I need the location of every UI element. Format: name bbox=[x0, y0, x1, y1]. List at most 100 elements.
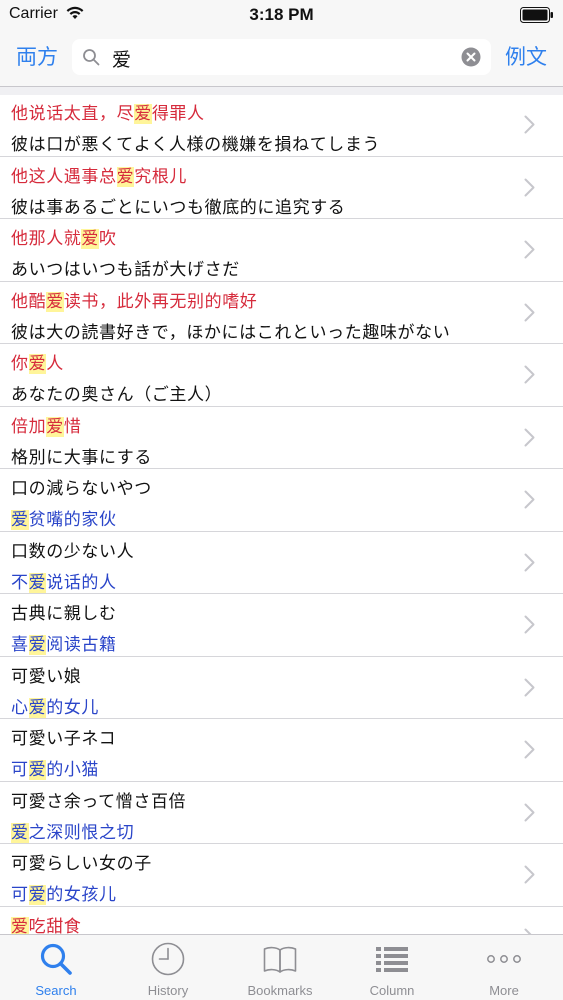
text-segment: あなたの奥さん（ご主人） bbox=[11, 385, 223, 405]
result-row[interactable]: 他酷爱读书，此外再无别的嗜好彼は大の読書好きで，ほかにはこれといった趣味がない bbox=[0, 282, 563, 344]
text-segment: 究根儿 bbox=[134, 166, 188, 187]
text-segment: 得罪人 bbox=[151, 104, 205, 124]
query-highlight: 爱 bbox=[81, 229, 100, 249]
query-highlight: 爱 bbox=[28, 697, 47, 718]
tab-bookmarks[interactable]: Bookmarks bbox=[224, 935, 336, 1000]
text-segment: 读书，此外再无别的嗜好 bbox=[63, 291, 258, 312]
tab-search[interactable]: Search bbox=[0, 935, 112, 1000]
result-row[interactable]: 他这人遇事总爱究根儿彼は事あるごとにいつも徹底的に追究する bbox=[0, 157, 563, 219]
result-row[interactable]: 你爱人あなたの奥さん（ご主人） bbox=[0, 344, 563, 407]
tab-history[interactable]: History bbox=[112, 935, 224, 1000]
query-highlight: 爱 bbox=[28, 635, 47, 655]
scope-example-button[interactable]: 例文 bbox=[505, 40, 547, 74]
chevron-right-icon bbox=[524, 678, 535, 696]
result-secondary-text: 格別に大事にする bbox=[11, 443, 152, 468]
result-row[interactable]: 可愛い子ネコ 可爱的小猫 bbox=[0, 719, 563, 782]
result-row[interactable]: 古典に親しむ喜爱阅读古籍 bbox=[0, 594, 563, 657]
result-secondary-text: 爱贫嘴的家伙 bbox=[11, 505, 117, 530]
result-secondary-text: 可爱的小猫 bbox=[11, 755, 99, 780]
more-icon bbox=[487, 955, 521, 963]
chevron-right-icon bbox=[524, 240, 535, 259]
text-segment: 可愛さ余って憎さ百倍 bbox=[11, 791, 187, 812]
result-primary-text: 爱吃甜食 bbox=[11, 912, 81, 934]
text-segment: 心 bbox=[11, 697, 29, 718]
clock-icon bbox=[151, 942, 185, 976]
text-segment: 你 bbox=[11, 354, 29, 374]
query-highlight: 爱 bbox=[11, 510, 29, 530]
result-secondary-text: 爱之深则恨之切 bbox=[11, 818, 134, 843]
chevron-right-icon bbox=[524, 803, 535, 821]
text-segment: 古典に親しむ bbox=[11, 604, 117, 624]
result-primary-text: 可愛らしい女の子 bbox=[11, 849, 152, 874]
text-segment: 惜 bbox=[63, 416, 82, 437]
result-secondary-text: 彼は口が悪くてよく人様の機嫌を損ねてしまう bbox=[11, 130, 380, 155]
battery-icon bbox=[520, 7, 553, 23]
text-segment: 他酷 bbox=[11, 291, 47, 312]
list-icon bbox=[376, 947, 408, 972]
query-highlight: 爱 bbox=[28, 885, 47, 905]
text-segment: 他说话太直，尽 bbox=[11, 104, 135, 124]
result-row[interactable]: 可愛い娘心爱的女儿 bbox=[0, 657, 563, 719]
result-secondary-text: 喜爱阅读古籍 bbox=[11, 630, 117, 655]
result-row[interactable]: 爱吃甜食 bbox=[0, 907, 563, 934]
result-row[interactable]: 口の減らないやつ 爱贫嘴的家伙 bbox=[0, 469, 563, 532]
result-secondary-text: あいつはいつも話が大げさだ bbox=[11, 255, 240, 280]
text-segment: 他那人就 bbox=[11, 229, 82, 249]
result-secondary-text: 彼は事あるごとにいつも徹底的に追究する bbox=[11, 193, 345, 218]
query-highlight: 爱 bbox=[28, 354, 47, 374]
chevron-right-icon bbox=[524, 615, 535, 634]
result-primary-text: 可愛い娘 bbox=[11, 662, 81, 687]
query-highlight: 爱 bbox=[11, 822, 29, 843]
result-primary-text: 可愛さ余って憎さ百倍 bbox=[11, 787, 186, 812]
result-list[interactable]: 他说话太直，尽爱得罪人 彼は口が悪くてよく人様の機嫌を損ねてしまう 他这人遇事总爱究… bbox=[0, 94, 563, 934]
query-highlight: 爱 bbox=[116, 166, 135, 187]
query-highlight: 爱 bbox=[28, 760, 47, 780]
tab-more[interactable]: More bbox=[448, 935, 560, 1000]
text-segment: 彼は事あるごとにいつも徹底的に追究する bbox=[11, 197, 346, 218]
tab-column[interactable]: Column bbox=[336, 935, 448, 1000]
result-row[interactable]: 可愛さ余って憎さ百倍 爱之深则恨之切 bbox=[0, 782, 563, 844]
result-row[interactable]: 他那人就爱吹あいつはいつも話が大げさだ bbox=[0, 219, 563, 282]
text-segment: 吹 bbox=[99, 229, 117, 249]
result-secondary-text: 彼は大の読書好きで，ほかにはこれといった趣味がない bbox=[11, 318, 450, 343]
result-row[interactable]: 口数の少ない人 不爱说话的人 bbox=[0, 532, 563, 594]
text-segment: 不 bbox=[11, 572, 29, 593]
text-segment: 口の減らないやつ bbox=[11, 479, 152, 499]
chevron-right-icon bbox=[524, 428, 535, 446]
text-segment: 贫嘴的家伙 bbox=[28, 510, 117, 530]
text-segment: 可 bbox=[11, 885, 29, 905]
chevron-right-icon bbox=[524, 553, 535, 571]
book-icon bbox=[263, 946, 297, 973]
result-primary-text: 他那人就爱吹 bbox=[11, 224, 117, 249]
search-input[interactable]: 爱 bbox=[112, 45, 131, 72]
result-secondary-text: 不爱说话的人 bbox=[11, 568, 117, 593]
result-primary-text: 他酷爱读书，此外再无别的嗜好 bbox=[11, 287, 257, 312]
text-segment: 的小猫 bbox=[46, 760, 100, 780]
search-field[interactable]: 爱 bbox=[72, 39, 491, 75]
result-row[interactable]: 他说话太直，尽爱得罪人 彼は口が悪くてよく人様の機嫌を損ねてしまう bbox=[0, 94, 563, 157]
text-segment: 人 bbox=[46, 354, 64, 374]
result-row[interactable]: 可愛らしい女の子 可爱的女孩儿 bbox=[0, 844, 563, 907]
tab-label: Bookmarks bbox=[247, 983, 313, 998]
tab-bar: Search History Bookmarks Column More bbox=[0, 934, 563, 1000]
text-segment: 可愛らしい女の子 bbox=[11, 854, 152, 874]
text-segment: 倍加 bbox=[11, 416, 47, 437]
text-segment: 阅读古籍 bbox=[46, 635, 117, 655]
tab-label: More bbox=[489, 983, 519, 998]
clear-icon[interactable] bbox=[461, 47, 481, 67]
result-primary-text: 口の減らないやつ bbox=[11, 474, 152, 499]
text-segment: 之深则恨之切 bbox=[28, 822, 135, 843]
result-row[interactable]: 倍加爱惜格別に大事にする bbox=[0, 407, 563, 469]
text-segment: 他这人遇事总 bbox=[11, 166, 117, 187]
status-bar: Carrier 3:18 PM bbox=[0, 0, 563, 30]
result-primary-text: 口数の少ない人 bbox=[11, 537, 134, 562]
text-segment: 的女孩儿 bbox=[46, 885, 117, 905]
chevron-right-icon bbox=[524, 303, 535, 321]
text-segment: 可 bbox=[11, 760, 29, 780]
result-secondary-text: あなたの奥さん（ご主人） bbox=[11, 380, 222, 405]
query-highlight: 爱 bbox=[11, 916, 29, 934]
query-highlight: 爱 bbox=[46, 416, 64, 437]
text-segment: 的女儿 bbox=[46, 697, 100, 718]
text-segment: 说话的人 bbox=[46, 572, 117, 593]
scope-both-button[interactable]: 両方 bbox=[16, 40, 58, 74]
